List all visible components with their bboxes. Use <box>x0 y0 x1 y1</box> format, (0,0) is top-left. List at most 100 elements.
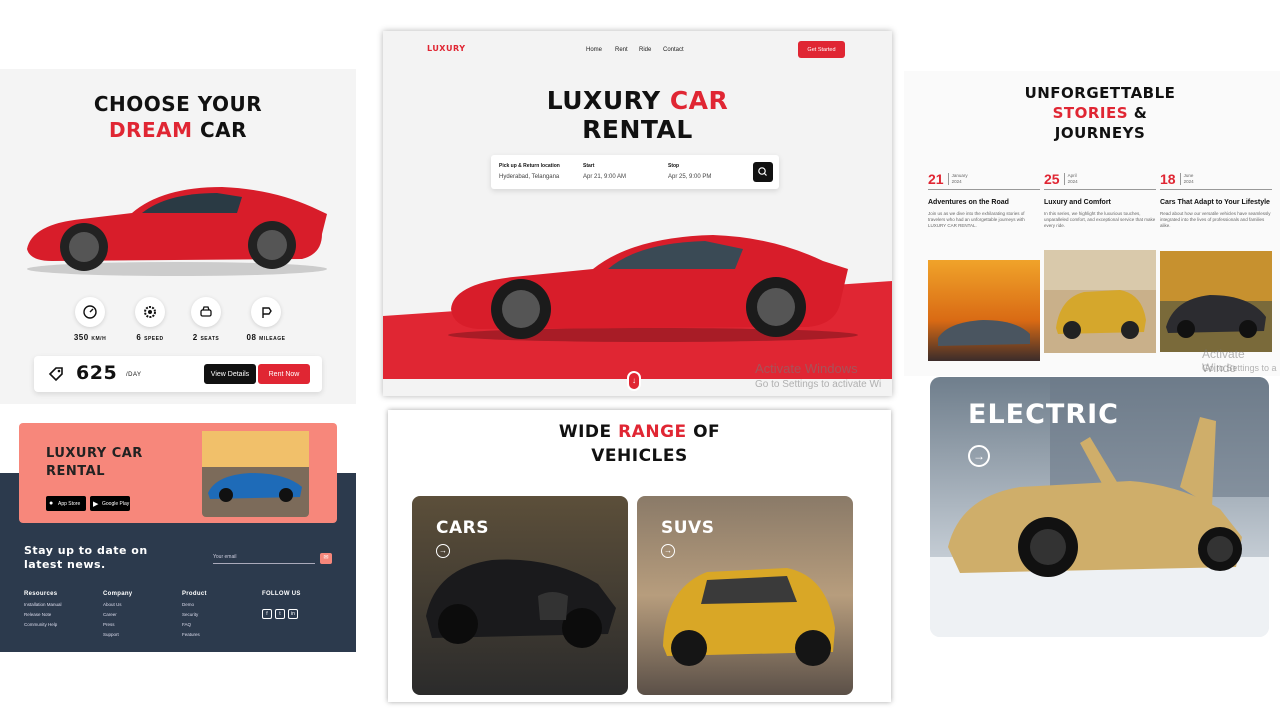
twitter-icon[interactable]: t <box>275 609 285 619</box>
story-card[interactable]: 25 April 2024 Luxury and Comfort In this s… <box>1044 171 1156 353</box>
suvs-category-card[interactable]: SUVS → <box>637 496 853 695</box>
story-card[interactable]: 18 June 2024 Cars That Adapt to Your Lifes… <box>1160 171 1272 352</box>
rent-now-button[interactable]: Rent Now <box>258 364 310 384</box>
location-label: Pick up & Return location <box>499 163 560 169</box>
electric-category-card[interactable]: ELECTRIC → <box>930 377 1269 637</box>
footer-link[interactable]: Release Note <box>24 612 99 617</box>
footer-link[interactable]: FAQ <box>182 622 257 627</box>
story-month: April <box>1067 173 1077 178</box>
windows-watermark-sub: Go to Settings to activate Wi <box>755 379 882 390</box>
footer-column-resources: Resources Installation Manual Release No… <box>24 591 99 627</box>
story-heading: Adventures on the Road <box>928 199 1009 206</box>
story-text: Read about how our versatile vehicles ha… <box>1160 211 1271 228</box>
footer-link[interactable]: Career <box>103 612 178 617</box>
stop-label: Stop <box>668 163 680 169</box>
search-button[interactable] <box>753 162 773 182</box>
scroll-down-icon[interactable]: ↓ <box>627 371 641 391</box>
start-date-field[interactable]: Apr 21, 9:00 AM <box>583 174 626 180</box>
nav-rent[interactable]: Rent <box>615 47 628 53</box>
nav-contact[interactable]: Contact <box>663 47 684 53</box>
story-month: January <box>951 173 968 178</box>
story-text: In this series, we highlight the luxurio… <box>1044 211 1156 228</box>
arrow-right-icon[interactable]: → <box>436 544 450 558</box>
footer-link[interactable]: Features <box>182 632 257 637</box>
footer-column-heading: Product <box>182 591 207 597</box>
story-day: 21 <box>928 171 944 187</box>
google-play-button[interactable]: ▶ Google Play <box>90 496 130 511</box>
logo[interactable]: LUXURY <box>427 44 466 53</box>
newsletter-line1: Stay up to date on <box>24 544 148 557</box>
story-day: 25 <box>1044 171 1060 187</box>
story-day: 18 <box>1160 171 1176 187</box>
stories-title-amp: & <box>1133 104 1148 122</box>
dream-car-title: CHOOSE YOUR DREAM CAR <box>0 91 356 143</box>
dream-car-panel: CHOOSE YOUR DREAM CAR 350 KM/H 6 SPEED 2… <box>0 69 356 404</box>
search-icon <box>758 167 767 176</box>
divider <box>1160 189 1272 190</box>
spec-value: 08 <box>246 333 257 342</box>
play-icon: ▶ <box>93 500 99 508</box>
red-sports-car-image <box>27 187 327 276</box>
footer-link[interactable]: Support <box>103 632 178 637</box>
spec-unit: KM/H <box>91 336 107 342</box>
stories-title-line3: JOURNEYS <box>1054 124 1146 142</box>
email-input[interactable]: Your email <box>213 554 315 564</box>
cars-category-card[interactable]: CARS → <box>412 496 628 695</box>
spec-unit: SEATS <box>200 336 220 342</box>
electric-card-title: ELECTRIC <box>968 399 1119 430</box>
stop-date-field[interactable]: Apr 25, 9:00 PM <box>668 174 711 180</box>
send-button[interactable]: ✉ <box>320 553 332 564</box>
price-unit: /DAY <box>126 372 142 378</box>
price-bar: 625 /DAY View Details Rent Now <box>34 356 322 392</box>
story-year: 2024 <box>1067 179 1078 184</box>
footer-link[interactable]: Demo <box>182 602 257 607</box>
app-promo-card: LUXURY CAR RENTAL ● App Store ▶ Google P… <box>19 423 337 523</box>
nav-home[interactable]: Home <box>586 47 602 53</box>
arrow-right-icon[interactable]: → <box>968 445 990 467</box>
app-store-button[interactable]: ● App Store <box>46 496 86 511</box>
footer-link[interactable]: Press <box>103 622 178 627</box>
footer-link[interactable]: Installation Manual <box>24 602 99 607</box>
cars-card-title: CARS <box>436 518 489 538</box>
story-heading: Luxury and Comfort <box>1044 199 1111 206</box>
stories-title: UNFORGETTABLE STORIES & JOURNEYS <box>904 83 1280 143</box>
footer-link[interactable]: Security <box>182 612 257 617</box>
footer-column-follow: FOLLOW US f t in <box>262 591 337 620</box>
divider <box>928 189 1040 190</box>
hero-title-accent: CAR <box>669 86 729 115</box>
range-title-accent: RANGE <box>618 422 687 442</box>
footer-column-heading: Resources <box>24 591 58 597</box>
spec-unit: SPEED <box>144 336 164 342</box>
story-heading: Cars That Adapt to Your Lifestyle <box>1160 199 1270 206</box>
spec-seats: 2 SEATS <box>176 297 236 342</box>
location-field[interactable]: Hyderabad, Telangana <box>499 174 559 180</box>
nav-ride[interactable]: Ride <box>639 47 651 53</box>
linkedin-icon[interactable]: in <box>288 609 298 619</box>
range-title-a: WIDE <box>558 422 612 442</box>
title-line1: CHOOSE YOUR <box>93 92 263 116</box>
story-year: 2024 <box>1183 179 1194 184</box>
promo-title-line2: RENTAL <box>46 464 105 479</box>
range-title-line2: VEHICLES <box>591 446 688 466</box>
facebook-icon[interactable]: f <box>262 609 272 619</box>
footer-link[interactable]: Community Help <box>24 622 99 627</box>
send-icon: ✉ <box>323 555 329 561</box>
footer-column-product: Product Demo Security FAQ Features <box>182 591 257 637</box>
hero-title: LUXURY CAR RENTAL <box>383 86 892 144</box>
footer-link[interactable]: About Us <box>103 602 178 607</box>
hero-panel: LUXURY Home Rent Ride Contact Get Starte… <box>383 31 892 396</box>
blue-hypercar-photo <box>202 431 309 517</box>
title-rest: CAR <box>199 118 248 142</box>
app-footer-panel: LUXURY CAR RENTAL ● App Store ▶ Google P… <box>0 415 356 652</box>
windows-watermark-sub: Go to Settings to a <box>1202 363 1277 373</box>
windows-watermark-title: Activate Windows <box>755 361 858 376</box>
gear-icon <box>135 297 165 327</box>
hero-red-car-image <box>448 235 858 342</box>
view-details-button[interactable]: View Details <box>204 364 256 384</box>
story-card[interactable]: 21 January 2024 Adventures on the Road Joi… <box>928 171 1040 361</box>
get-started-button[interactable]: Get Started <box>798 41 845 58</box>
arrow-right-icon[interactable]: → <box>661 544 675 558</box>
footer-column-company: Company About Us Career Press Support <box>103 591 178 637</box>
hero-title-a: LUXURY <box>546 86 661 115</box>
spec-gears: 6 SPEED <box>120 297 180 342</box>
